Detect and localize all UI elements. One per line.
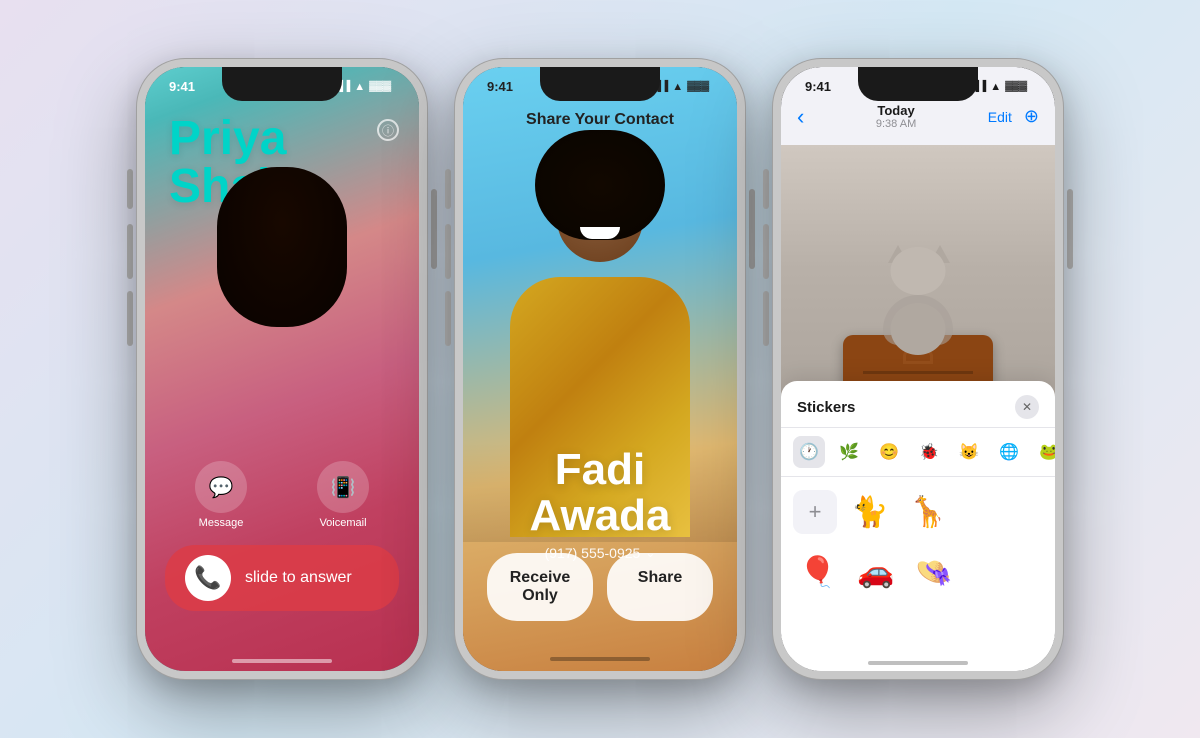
volume-down-button-3[interactable] xyxy=(763,291,769,346)
contact-info: Fadi Awada (917) 555-0925 ⌄ xyxy=(463,447,737,561)
sticker-row-1: + 🐈 🦒 xyxy=(781,477,1055,547)
sticker-tab-recent[interactable]: 🕐 xyxy=(793,436,825,468)
home-indicator-phone1 xyxy=(232,659,332,663)
time-phone1: 9:41 xyxy=(169,79,195,94)
sticker-giraffe[interactable]: 🦒 xyxy=(903,487,953,537)
add-sticker-button[interactable]: + xyxy=(793,490,837,534)
sticker-car[interactable]: 🚗 xyxy=(851,547,901,597)
conversation-date: Today xyxy=(876,103,916,118)
slide-to-answer-text: slide to answer xyxy=(245,569,352,587)
battery-icon: ▓▓▓ xyxy=(369,81,391,92)
cat-face xyxy=(891,247,946,295)
phone1-frame: 9:41 ▐▐▐▐ ▲ ▓▓▓ Priya Shah ⓘ � xyxy=(137,59,427,679)
body xyxy=(182,307,382,557)
hair xyxy=(217,167,347,327)
signal-icon-3: ▐▐▐▐ xyxy=(958,81,986,92)
signal-icon-2: ▐▐▐▐ xyxy=(640,81,668,92)
status-bar-phone3: 9:41 ▐▐▐▐ ▲ ▓▓▓ xyxy=(781,79,1055,94)
power-button-3[interactable] xyxy=(1067,189,1073,269)
receive-only-button[interactable]: Receive Only xyxy=(487,553,593,621)
volume-down-button-2[interactable] xyxy=(445,291,451,346)
volume-down-button[interactable] xyxy=(127,291,133,346)
home-indicator-phone3 xyxy=(868,661,968,665)
sticker-hat[interactable]: 👒 xyxy=(909,547,959,597)
phone2-frame: 9:41 ▐▐▐▐ ▲ ▓▓▓ Share Your Contact Fadi … xyxy=(455,59,745,679)
sticker-tab-animals[interactable]: 🐞 xyxy=(913,436,945,468)
conversation-time: 9:38 AM xyxy=(876,118,916,130)
caller-first-name: Priya xyxy=(169,115,286,163)
back-button[interactable]: ‹ xyxy=(797,104,804,130)
time-phone2: 9:41 xyxy=(487,79,513,94)
cat-head-area xyxy=(891,303,946,355)
share-contact-title: Share Your Contact xyxy=(463,111,737,129)
sticker-tab-cats[interactable]: 😺 xyxy=(953,436,985,468)
more-options-icon[interactable]: ⊕ xyxy=(1024,106,1039,127)
wifi-icon: ▲ xyxy=(354,81,365,93)
battery-icon-2: ▓▓▓ xyxy=(687,81,709,92)
contact-first-name: Fadi xyxy=(463,447,737,493)
phone1-screen: 9:41 ▐▐▐▐ ▲ ▓▓▓ Priya Shah ⓘ � xyxy=(145,67,419,671)
status-icons-phone2: ▐▐▐▐ ▲ ▓▓▓ xyxy=(640,81,709,93)
phone2-screen: 9:41 ▐▐▐▐ ▲ ▓▓▓ Share Your Contact Fadi … xyxy=(463,67,737,671)
contact-action-buttons: Receive Only Share xyxy=(463,553,737,621)
silent-switch-2[interactable] xyxy=(445,169,451,209)
home-indicator-phone2 xyxy=(550,657,650,661)
power-button[interactable] xyxy=(431,189,437,269)
wifi-icon-3: ▲ xyxy=(990,81,1001,93)
sticker-tab-frogs[interactable]: 🐸 xyxy=(1033,436,1055,468)
sticker-tab-nature[interactable]: 🌿 xyxy=(833,436,865,468)
power-button-2[interactable] xyxy=(749,189,755,269)
header-center: Today 9:38 AM xyxy=(876,103,916,130)
wifi-icon-2: ▲ xyxy=(672,81,683,93)
header-actions: Edit ⊕ xyxy=(988,106,1039,127)
silent-switch[interactable] xyxy=(127,169,133,209)
status-bar-phone2: 9:41 ▐▐▐▐ ▲ ▓▓▓ xyxy=(463,79,737,94)
contact-last-name: Awada xyxy=(463,493,737,539)
phone1: 9:41 ▐▐▐▐ ▲ ▓▓▓ Priya Shah ⓘ � xyxy=(137,59,427,679)
smile xyxy=(580,227,620,239)
sticker-tab-emoji[interactable]: 😊 xyxy=(873,436,905,468)
sticker-tab-network[interactable]: 🌐 xyxy=(993,436,1025,468)
sticker-tabs: 🕐 🌿 😊 🐞 😺 🌐 🐸 xyxy=(781,428,1055,477)
silent-switch-3[interactable] xyxy=(763,169,769,209)
phone3-screen: 9:41 ▐▐▐▐ ▲ ▓▓▓ ‹ Today 9:38 AM Edit ⊕ xyxy=(781,67,1055,671)
time-phone3: 9:41 xyxy=(805,79,831,94)
answer-phone-icon: 📞 xyxy=(185,555,231,601)
contact-phone-row: (917) 555-0925 ⌄ xyxy=(463,545,737,561)
status-icons-phone3: ▐▐▐▐ ▲ ▓▓▓ xyxy=(958,81,1027,93)
status-bar-phone1: 9:41 ▐▐▐▐ ▲ ▓▓▓ xyxy=(145,79,419,94)
volume-up-button[interactable] xyxy=(127,224,133,279)
messages-header: ‹ Today 9:38 AM Edit ⊕ xyxy=(781,103,1055,130)
caller-photo xyxy=(145,157,419,571)
info-icon[interactable]: ⓘ xyxy=(377,119,399,141)
sticker-panel-header: Stickers ✕ xyxy=(781,381,1055,428)
phone3: 9:41 ▐▐▐▐ ▲ ▓▓▓ ‹ Today 9:38 AM Edit ⊕ xyxy=(773,59,1063,679)
phone2: 9:41 ▐▐▐▐ ▲ ▓▓▓ Share Your Contact Fadi … xyxy=(455,59,745,679)
afro xyxy=(535,130,665,240)
edit-button[interactable]: Edit xyxy=(988,109,1012,125)
sticker-row-2: 🎈 🚗 👒 xyxy=(781,547,1055,607)
share-button[interactable]: Share xyxy=(607,553,713,621)
sticker-balloon[interactable]: 🎈 xyxy=(793,547,843,597)
sticker-title: Stickers xyxy=(797,399,855,416)
volume-up-button-3[interactable] xyxy=(763,224,769,279)
sticker-close-button[interactable]: ✕ xyxy=(1015,395,1039,419)
signal-icon: ▐▐▐▐ xyxy=(322,81,350,92)
status-icons-phone1: ▐▐▐▐ ▲ ▓▓▓ xyxy=(322,81,391,93)
volume-up-button-2[interactable] xyxy=(445,224,451,279)
sticker-cat1[interactable]: 🐈 xyxy=(845,487,895,537)
phone-dropdown-icon: ⌄ xyxy=(645,546,655,560)
battery-icon-3: ▓▓▓ xyxy=(1005,81,1027,92)
phone3-frame: 9:41 ▐▐▐▐ ▲ ▓▓▓ ‹ Today 9:38 AM Edit ⊕ xyxy=(773,59,1063,679)
sticker-panel: Stickers ✕ 🕐 🌿 😊 🐞 😺 🌐 🐸 + 🐈 xyxy=(781,381,1055,671)
contact-phone-number: (917) 555-0925 xyxy=(545,545,641,561)
suitcase-stripe xyxy=(863,371,973,374)
